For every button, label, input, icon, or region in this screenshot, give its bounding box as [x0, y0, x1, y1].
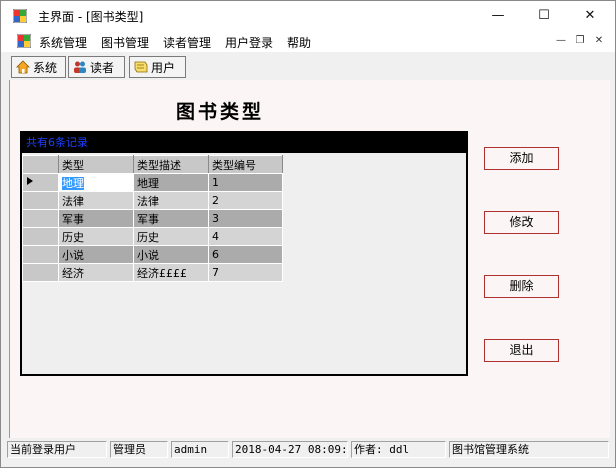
data-grid[interactable]: 类型 类型描述 类型编号 地理 地理 1 法律 法律 2 军事 军事 3 历史 … — [22, 155, 283, 282]
toolbar-readers-button[interactable]: 读者 — [68, 56, 125, 78]
cell-desc[interactable]: 经济££££ — [133, 263, 209, 282]
column-header-desc[interactable]: 类型描述 — [133, 155, 209, 174]
note-icon — [134, 61, 148, 73]
cell-desc[interactable]: 地理 — [133, 173, 209, 192]
delete-button[interactable]: 删除 — [484, 275, 559, 298]
toolbar: 系统 读者 用户 — [1, 54, 615, 80]
mdi-restore-button[interactable]: ❐ — [572, 34, 588, 48]
menu-books[interactable]: 图书管理 — [101, 34, 149, 51]
book-type-grid[interactable]: 共有6条记录 类型 类型描述 类型编号 地理 地理 1 法律 法律 2 军事 军… — [20, 131, 468, 376]
table-row[interactable]: 小说 小说 6 — [22, 245, 283, 264]
app-icon — [13, 9, 27, 23]
cell-type[interactable]: 经济 — [58, 263, 134, 282]
table-row[interactable]: 法律 法律 2 — [22, 191, 283, 210]
column-header-id[interactable]: 类型编号 — [208, 155, 283, 174]
menu-readers[interactable]: 读者管理 — [163, 34, 211, 51]
toolbar-system-button[interactable]: 系统 — [11, 56, 66, 78]
grid-caption: 共有6条记录 — [22, 133, 466, 153]
menu-bar: 系统管理 图书管理 读者管理 用户登录 帮助 — ❐ ✕ — [1, 31, 615, 52]
toolbar-users-button[interactable]: 用户 — [129, 56, 186, 78]
toolbar-users-label: 用户 — [151, 60, 176, 75]
page-title: 图书类型 — [176, 101, 265, 123]
status-datetime: 2018-04-27 08:09:18 — [232, 441, 348, 458]
book-type-form: 图书类型 共有6条记录 类型 类型描述 类型编号 地理 地理 1 法律 法律 2… — [9, 80, 610, 438]
status-user-label: 当前登录用户 — [7, 441, 107, 458]
column-header-type[interactable]: 类型 — [58, 155, 134, 174]
cell-text: 地理 — [62, 176, 84, 190]
row-header[interactable] — [22, 245, 59, 264]
row-header[interactable] — [22, 191, 59, 210]
close-button[interactable]: ✕ — [567, 1, 613, 31]
cell-type[interactable]: 军事 — [58, 209, 134, 228]
title-bar[interactable]: 主界面 - [图书类型] — ☐ ✕ — [1, 1, 615, 31]
row-header[interactable] — [22, 263, 59, 282]
toolbar-readers-label: 读者 — [90, 60, 115, 75]
cell-type[interactable]: 法律 — [58, 191, 134, 210]
window-title: 主界面 - [图书类型] — [38, 10, 144, 24]
table-row[interactable]: 经济 经济££££ 7 — [22, 263, 283, 282]
row-header[interactable] — [22, 209, 59, 228]
cell-desc[interactable]: 历史 — [133, 227, 209, 246]
cell-id[interactable]: 7 — [208, 263, 283, 282]
current-row-indicator[interactable] — [22, 173, 59, 192]
menu-system[interactable]: 系统管理 — [39, 34, 87, 51]
minimize-button[interactable]: — — [475, 1, 521, 31]
status-author: 作者: ddl — [351, 441, 446, 458]
cell-type-editing[interactable]: 地理 — [58, 173, 134, 192]
status-user-role: 管理员 — [110, 441, 168, 458]
table-row[interactable]: 军事 军事 3 — [22, 209, 283, 228]
cell-desc[interactable]: 军事 — [133, 209, 209, 228]
edit-button[interactable]: 修改 — [484, 211, 559, 234]
grid-header-row: 类型 类型描述 类型编号 — [22, 155, 283, 174]
row-pointer-icon — [27, 177, 33, 185]
cell-type[interactable]: 小说 — [58, 245, 134, 264]
mdi-minimize-button[interactable]: — — [553, 34, 569, 48]
cell-id[interactable]: 3 — [208, 209, 283, 228]
main-window: 主界面 - [图书类型] — ☐ ✕ 系统管理 图书管理 读者管理 用户登录 帮… — [0, 0, 616, 468]
cell-id[interactable]: 6 — [208, 245, 283, 264]
exit-button[interactable]: 退出 — [484, 339, 559, 362]
row-header-corner[interactable] — [22, 155, 59, 174]
menu-login[interactable]: 用户登录 — [225, 34, 273, 51]
home-icon — [16, 60, 30, 74]
mdi-close-button[interactable]: ✕ — [591, 34, 607, 48]
row-header[interactable] — [22, 227, 59, 246]
mdi-child-icon[interactable] — [17, 34, 31, 48]
cell-type[interactable]: 历史 — [58, 227, 134, 246]
toolbar-system-label: 系统 — [33, 60, 58, 75]
add-button[interactable]: 添加 — [484, 147, 559, 170]
people-icon — [74, 61, 86, 73]
table-row[interactable]: 地理 地理 1 — [22, 173, 283, 192]
cell-id[interactable]: 2 — [208, 191, 283, 210]
status-app-name: 图书馆管理系统 — [449, 441, 609, 458]
status-username: admin — [171, 441, 229, 458]
status-bar: 当前登录用户 管理员 admin 2018-04-27 08:09:18 作者:… — [1, 438, 615, 460]
table-row[interactable]: 历史 历史 4 — [22, 227, 283, 246]
cell-id[interactable]: 4 — [208, 227, 283, 246]
cell-desc[interactable]: 小说 — [133, 245, 209, 264]
maximize-button[interactable]: ☐ — [521, 1, 567, 31]
cell-id[interactable]: 1 — [208, 173, 283, 192]
menu-help[interactable]: 帮助 — [287, 34, 311, 51]
cell-desc[interactable]: 法律 — [133, 191, 209, 210]
